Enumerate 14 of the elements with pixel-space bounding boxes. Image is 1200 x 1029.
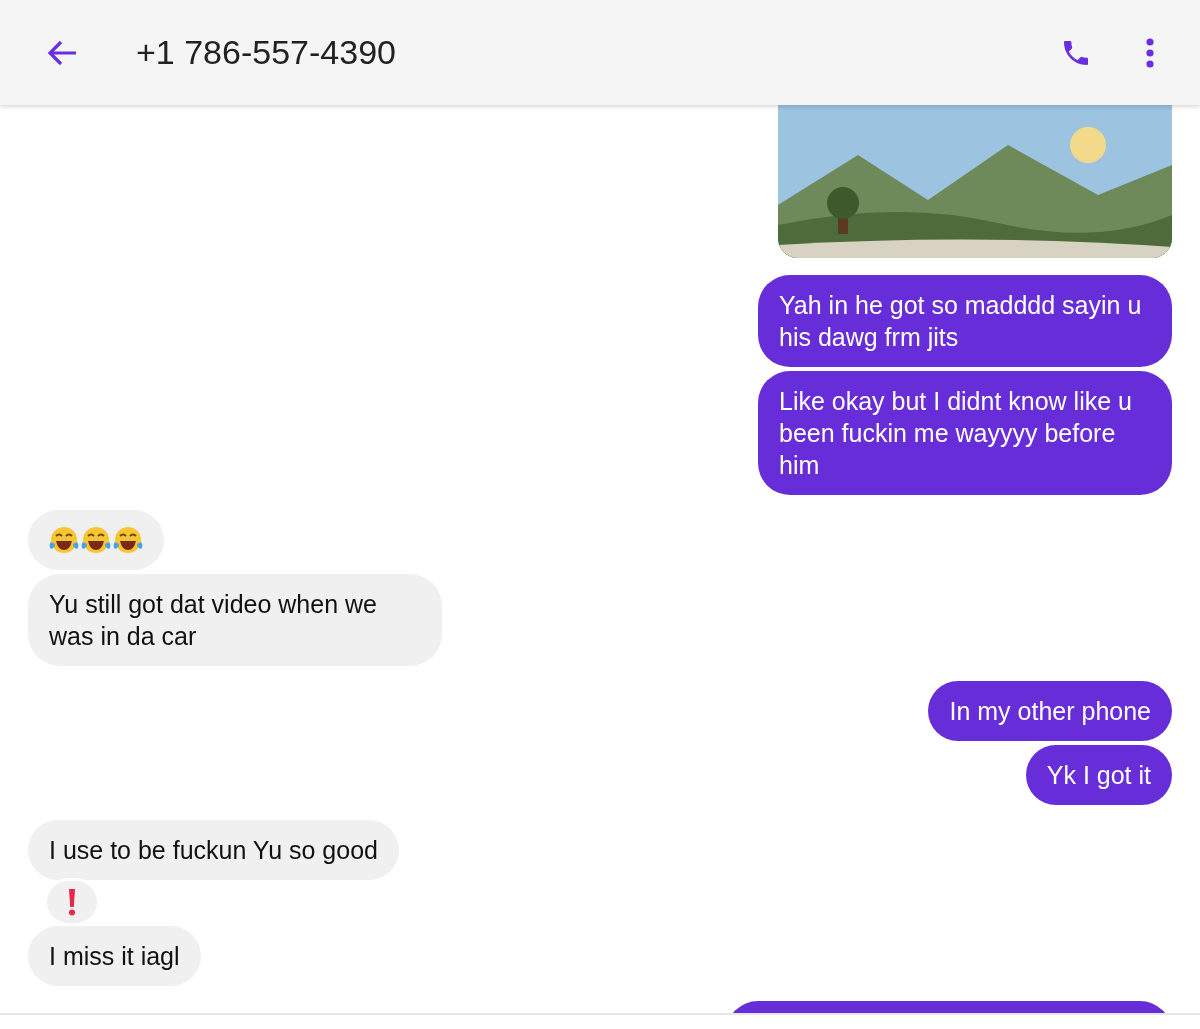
message-bubble[interactable]: Yu still got dat video when we was in da car: [28, 574, 442, 666]
more-options-icon[interactable]: [1146, 37, 1154, 68]
message-bubble[interactable]: Yah in he got so madddd sayin u his dawg frm jits: [758, 275, 1172, 367]
message-bubble[interactable]: In my other phone: [928, 681, 1172, 741]
exclamation-icon: [68, 888, 76, 916]
message-bubble[interactable]: Yk I got it: [1025, 745, 1172, 805]
back-arrow-icon[interactable]: [46, 38, 78, 67]
laughing-face-icon: [112, 524, 144, 556]
message-bubble[interactable]: I miss it iagl: [28, 926, 201, 986]
laughing-face-icon: [80, 524, 112, 556]
contact-number: +1 786-557-4390: [136, 33, 396, 72]
message-bubble[interactable]: I use to be fuckun Yu so good: [28, 820, 399, 880]
laughing-face-icon: [48, 524, 80, 556]
message-bubble[interactable]: Like okay but I didnt know like u been fuckin me wayyyy before him: [758, 371, 1172, 495]
